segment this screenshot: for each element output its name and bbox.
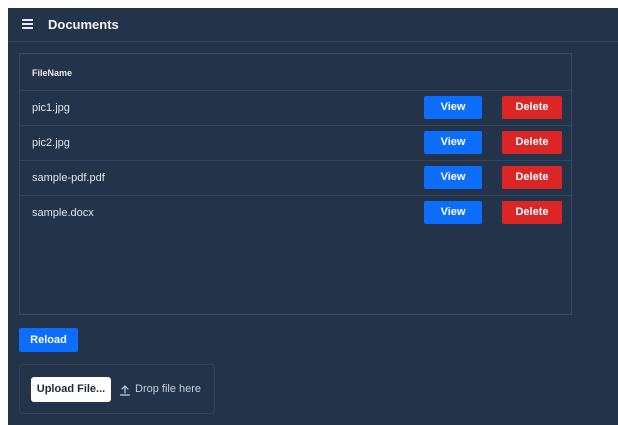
hamburger-menu-icon[interactable]: [22, 19, 33, 29]
file-name: pic1.jpg: [32, 102, 70, 114]
drop-file-hint: Drop file here: [135, 383, 202, 395]
reload-button[interactable]: Reload: [19, 328, 78, 352]
page-title: Documents: [48, 17, 119, 32]
upload-icon: [119, 385, 131, 396]
upload-file-button[interactable]: Upload File...: [31, 377, 111, 402]
delete-button[interactable]: Delete: [502, 166, 562, 189]
file-name: sample-pdf.pdf: [32, 172, 105, 184]
delete-button[interactable]: Delete: [502, 201, 562, 224]
delete-button[interactable]: Delete: [502, 96, 562, 119]
table-row: sample.docx View Delete: [20, 196, 571, 231]
view-button[interactable]: View: [424, 166, 482, 189]
table-row: pic2.jpg View Delete: [20, 126, 571, 161]
view-button[interactable]: View: [424, 201, 482, 224]
delete-button[interactable]: Delete: [502, 131, 562, 154]
view-button[interactable]: View: [424, 131, 482, 154]
file-name: sample.docx: [32, 207, 94, 219]
top-bar: Documents: [8, 8, 618, 42]
table-header: FileName: [20, 54, 571, 91]
view-button[interactable]: View: [424, 96, 482, 119]
file-drop-zone[interactable]: Upload File... Drop file here: [19, 364, 215, 414]
file-name: pic2.jpg: [32, 137, 70, 149]
documents-app: Documents FileName pic1.jpg View Delete …: [8, 8, 618, 425]
documents-table: FileName pic1.jpg View Delete pic2.jpg V…: [19, 53, 572, 315]
table-row: sample-pdf.pdf View Delete: [20, 161, 571, 196]
column-header-filename: FileName: [32, 68, 73, 78]
table-row: pic1.jpg View Delete: [20, 91, 571, 126]
